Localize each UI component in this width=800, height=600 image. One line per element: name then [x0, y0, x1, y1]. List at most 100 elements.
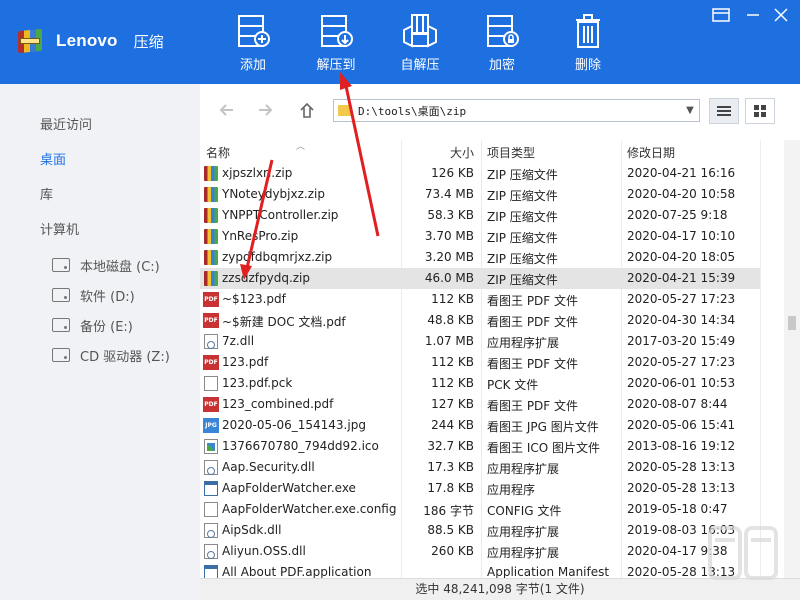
- address-text: D:\tools\桌面\zip: [358, 103, 681, 119]
- file-size: 58.3 KB: [402, 208, 474, 222]
- table-row[interactable]: PDF~$123.pdf112 KB看图王 PDF 文件2020-05-27 1…: [200, 289, 760, 310]
- zip-archive-icon: [204, 229, 218, 244]
- pdf-file-icon: PDF: [203, 292, 219, 307]
- dll-file-icon: [204, 460, 218, 475]
- file-type: ZIP 压缩文件: [487, 166, 617, 183]
- generic-file-icon: [204, 502, 218, 517]
- sidebar-item-library[interactable]: 库: [40, 184, 53, 203]
- table-row[interactable]: YNPPTController.zip58.3 KBZIP 压缩文件2020-0…: [200, 205, 760, 226]
- file-name: ~$123.pdf: [222, 292, 398, 306]
- table-row[interactable]: 7z.dll1.07 MB应用程序扩展2017-03-20 15:49: [200, 331, 760, 352]
- drive-label: CD 驱动器 (Z:): [80, 346, 170, 365]
- zip-archive-icon: [204, 271, 218, 286]
- table-row[interactable]: AapFolderWatcher.exe.config186 字节CONFIG …: [200, 499, 760, 520]
- chevron-down-icon[interactable]: ▼: [681, 105, 699, 116]
- file-date: 2020-08-07 8:44: [627, 397, 777, 411]
- file-type: 应用程序扩展: [487, 544, 617, 561]
- file-name: AapFolderWatcher.exe: [222, 481, 398, 495]
- file-date: 2020-05-28 13:13: [627, 460, 777, 474]
- file-name: AipSdk.dll: [222, 523, 398, 537]
- minimize-icon[interactable]: [744, 8, 762, 22]
- header-size[interactable]: 大小: [450, 144, 474, 161]
- table-row[interactable]: 1376670780_794dd92.ico32.7 KB看图王 ICO 图片文…: [200, 436, 760, 457]
- exe-file-icon: [204, 565, 218, 578]
- encrypt-label: 加密: [489, 58, 515, 73]
- table-row[interactable]: PDF~$新建 DOC 文档.pdf48.8 KB看图王 PDF 文件2020-…: [200, 310, 760, 331]
- file-name: Aliyun.OSS.dll: [222, 544, 398, 558]
- cd-drive-icon: [52, 348, 70, 362]
- grid-view-icon: [753, 104, 767, 118]
- file-size: 73.4 MB: [402, 187, 474, 201]
- file-size: 112 KB: [402, 376, 474, 390]
- address-input[interactable]: D:\tools\桌面\zip ▼: [333, 99, 700, 122]
- sidebar-item-recent[interactable]: 最近访问: [40, 114, 92, 133]
- header-name[interactable]: 名称: [206, 144, 230, 161]
- file-date: 2019-05-18 0:47: [627, 502, 777, 516]
- table-row[interactable]: PDF123_combined.pdf127 KB看图王 PDF 文件2020-…: [200, 394, 760, 415]
- table-row[interactable]: YnResPro.zip3.70 MBZIP 压缩文件2020-04-17 10…: [200, 226, 760, 247]
- file-size: 17.8 KB: [402, 481, 474, 495]
- folder-icon: [338, 105, 352, 116]
- file-type: 看图王 PDF 文件: [487, 397, 617, 414]
- drive-d[interactable]: 软件 (D:): [52, 285, 135, 305]
- file-size: 126 KB: [402, 166, 474, 180]
- list-view-button[interactable]: [709, 98, 739, 124]
- add-button[interactable]: 添加: [222, 12, 284, 73]
- file-date: 2020-04-20 10:58: [627, 187, 777, 201]
- sidebar-item-computer[interactable]: 计算机: [40, 219, 79, 238]
- file-size: 127 KB: [402, 397, 474, 411]
- add-archive-icon: [233, 12, 273, 52]
- table-row[interactable]: YNoteydybjxz.zip73.4 MBZIP 压缩文件2020-04-2…: [200, 184, 760, 205]
- file-name: zypdfdbqmrjxz.zip: [222, 250, 398, 264]
- table-header: 名称 ︿ 大小 项目类型 修改日期: [200, 140, 784, 162]
- file-size: 88.5 KB: [402, 523, 474, 537]
- drive-c[interactable]: 本地磁盘 (C:): [52, 255, 160, 275]
- file-type: ZIP 压缩文件: [487, 229, 617, 246]
- brand: Lenovo 压缩: [16, 26, 164, 56]
- grid-view-button[interactable]: [745, 98, 775, 124]
- file-name: 123_combined.pdf: [222, 397, 398, 411]
- delete-button[interactable]: 删除: [557, 12, 619, 73]
- self-extract-button[interactable]: 自解压: [389, 12, 451, 73]
- forward-arrow-icon[interactable]: [256, 101, 274, 119]
- file-name: YNPPTController.zip: [222, 208, 398, 222]
- close-icon[interactable]: [772, 8, 790, 22]
- file-size: 46.0 MB: [402, 271, 474, 285]
- file-size: 48.8 KB: [402, 313, 474, 327]
- table-row[interactable]: zypdfdbqmrjxz.zip3.20 MBZIP 压缩文件2020-04-…: [200, 247, 760, 268]
- table-row[interactable]: PDF123.pdf112 KB看图王 PDF 文件2020-05-27 17:…: [200, 352, 760, 373]
- list-view-icon: [716, 104, 732, 118]
- extract-to-button[interactable]: 解压到: [305, 12, 367, 73]
- drive-e[interactable]: 备份 (E:): [52, 315, 133, 335]
- self-extract-icon: [400, 12, 440, 52]
- encrypt-icon: [482, 12, 522, 52]
- table-row[interactable]: Aap.Security.dll17.3 KB应用程序扩展2020-05-28 …: [200, 457, 760, 478]
- header-type[interactable]: 项目类型: [487, 144, 535, 161]
- up-folder-icon[interactable]: [297, 100, 317, 120]
- drive-label: 本地磁盘 (C:): [80, 256, 160, 275]
- drive-z[interactable]: CD 驱动器 (Z:): [52, 345, 170, 365]
- table-row[interactable]: 123.pdf.pck112 KBPCK 文件2020-06-01 10:53: [200, 373, 760, 394]
- file-name: Aap.Security.dll: [222, 460, 398, 474]
- table-row[interactable]: xjpszlxrl.zip126 KBZIP 压缩文件2020-04-21 16…: [200, 163, 760, 184]
- header-date[interactable]: 修改日期: [627, 144, 675, 161]
- ico-image-icon: [204, 439, 218, 454]
- file-date: 2017-03-20 15:49: [627, 334, 777, 348]
- file-date: 2020-07-25 9:18: [627, 208, 777, 222]
- add-label: 添加: [240, 58, 266, 73]
- table-row[interactable]: zzsdzfpydq.zip46.0 MBZIP 压缩文件2020-04-21 …: [200, 268, 760, 289]
- encrypt-button[interactable]: 加密: [471, 12, 533, 73]
- back-arrow-icon[interactable]: [218, 101, 236, 119]
- vertical-scrollbar[interactable]: [784, 140, 800, 578]
- file-size: 17.3 KB: [402, 460, 474, 474]
- menu-icon[interactable]: [712, 8, 730, 22]
- file-name: 1376670780_794dd92.ico: [222, 439, 398, 453]
- hard-drive-icon: [52, 318, 70, 332]
- table-row[interactable]: AapFolderWatcher.exe17.8 KB应用程序2020-05-2…: [200, 478, 760, 499]
- file-type: 应用程序扩展: [487, 523, 617, 540]
- table-row[interactable]: JPG2020-05-06_154143.jpg244 KB看图王 JPG 图片…: [200, 415, 760, 436]
- sidebar-item-desktop[interactable]: 桌面: [40, 149, 66, 168]
- scrollbar-thumb[interactable]: [788, 316, 796, 330]
- file-type: 看图王 ICO 图片文件: [487, 439, 617, 456]
- file-type: 应用程序扩展: [487, 334, 617, 351]
